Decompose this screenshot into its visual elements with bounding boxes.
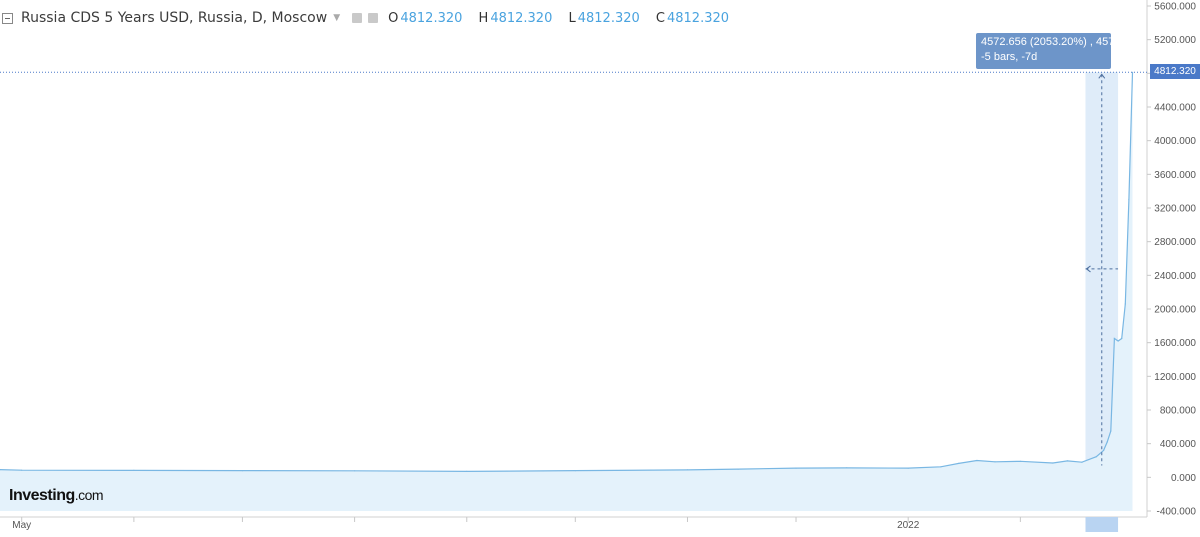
y-tick-label: 2400.000 bbox=[1154, 271, 1196, 282]
chart[interactable]: -400.000 0.000 400.000 800.000 1200.000 1600.… bbox=[0, 0, 1200, 532]
ohlc-high-key: H bbox=[478, 10, 489, 26]
data-point bbox=[994, 461, 996, 463]
ohlc-low-key: L bbox=[568, 10, 576, 26]
measure-tooltip: 4572.656 (2053.20%) , 4572656 -5 bars, -… bbox=[976, 33, 1139, 69]
ohlc-close-value: 4812.320 bbox=[666, 10, 730, 26]
y-tick-label: 5600.000 bbox=[1154, 2, 1196, 13]
chart-legend: Russia CDS 5 Years USD, Russia, D, Mosco… bbox=[2, 8, 741, 28]
series-area bbox=[0, 72, 1133, 512]
data-point bbox=[241, 470, 243, 472]
logo-suffix: .com bbox=[74, 487, 104, 503]
data-point bbox=[795, 467, 797, 469]
y-tick-label: 400.000 bbox=[1160, 439, 1197, 450]
series-line bbox=[0, 72, 1134, 473]
x-tick-label: May bbox=[12, 520, 31, 531]
ohlc-open-key: O bbox=[388, 10, 399, 26]
investing-logo: Investing.com bbox=[9, 487, 104, 505]
ohlc-open-value: 4812.320 bbox=[400, 10, 463, 26]
data-point bbox=[1052, 462, 1054, 464]
y-tick-label: 2800.000 bbox=[1154, 237, 1196, 248]
data-point bbox=[907, 467, 909, 469]
settings-icon[interactable] bbox=[352, 13, 363, 23]
ohlc-values: O 4812.320 H 4812.320 L 4812.320 C 4812.320 bbox=[388, 11, 741, 26]
measure-band-axis-marker bbox=[1085, 517, 1119, 532]
y-tick-label: 5200.000 bbox=[1154, 35, 1196, 46]
collapse-icon[interactable] bbox=[2, 12, 13, 24]
close-icon[interactable] bbox=[368, 13, 379, 23]
data-point bbox=[1131, 71, 1134, 73]
chart-title: Russia CDS 5 Years USD, Russia, D, Mosco… bbox=[21, 10, 328, 26]
data-point bbox=[1124, 303, 1126, 305]
chart-svg[interactable]: -400.000 0.000 400.000 800.000 1200.000 1600.… bbox=[0, 0, 1200, 532]
y-tick-label: 4400.000 bbox=[1154, 103, 1196, 114]
data-point bbox=[1019, 460, 1022, 462]
data-point bbox=[1121, 337, 1123, 340]
data-point bbox=[686, 469, 689, 471]
y-tick-label: 1600.000 bbox=[1154, 338, 1196, 349]
data-point bbox=[466, 470, 468, 472]
data-point bbox=[574, 470, 576, 472]
y-tick-label: 4000.000 bbox=[1154, 136, 1196, 147]
data-point bbox=[1106, 441, 1108, 443]
data-point bbox=[958, 462, 960, 464]
data-point bbox=[133, 469, 135, 471]
measure-tooltip-line2: -5 bars, -7d bbox=[981, 51, 1038, 63]
y-tick-label: 1200.000 bbox=[1154, 372, 1196, 383]
logo-brand: Investing bbox=[9, 487, 75, 504]
ohlc-low-value: 4812.320 bbox=[577, 10, 640, 26]
last-price-tag: 4812.320 bbox=[1150, 64, 1200, 79]
data-point bbox=[976, 459, 978, 462]
data-point bbox=[354, 470, 356, 472]
data-point bbox=[1066, 460, 1068, 462]
y-tick-label: 3200.000 bbox=[1154, 204, 1196, 215]
measure-tooltip-line1: 4572.656 (2053.20%) , 4572656 bbox=[981, 36, 1139, 48]
data-point bbox=[1128, 199, 1130, 201]
data-point bbox=[1095, 456, 1097, 458]
y-tick-label: 2000.000 bbox=[1154, 305, 1196, 316]
ohlc-close-key: C bbox=[655, 10, 665, 26]
data-point bbox=[21, 469, 23, 471]
data-point bbox=[1110, 430, 1112, 432]
y-tick-label: 0.000 bbox=[1171, 473, 1196, 484]
data-point bbox=[1117, 340, 1119, 342]
y-tick-label: -400.000 bbox=[1157, 507, 1197, 518]
data-point bbox=[1103, 449, 1105, 451]
y-tick-label: 3600.000 bbox=[1154, 170, 1196, 181]
chevron-down-icon[interactable]: ▼ bbox=[333, 13, 340, 23]
data-point bbox=[846, 467, 848, 469]
data-point bbox=[737, 468, 739, 470]
ohlc-high-value: 4812.320 bbox=[490, 10, 553, 26]
data-point bbox=[1113, 337, 1115, 340]
data-point bbox=[940, 466, 942, 468]
data-point bbox=[1081, 461, 1083, 463]
y-tick-label: 800.000 bbox=[1160, 406, 1197, 417]
x-tick-label: 2022 bbox=[897, 520, 920, 531]
